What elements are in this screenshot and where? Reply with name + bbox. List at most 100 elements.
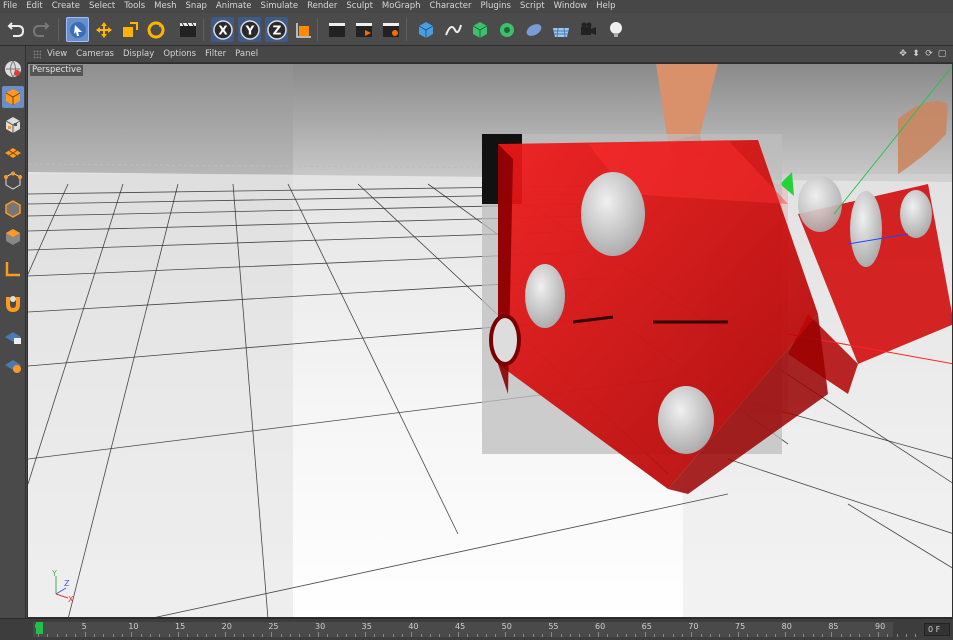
menu-simulate[interactable]: Simulate [261,0,304,13]
polygons-mode-icon [6,229,20,245]
y-axis-button[interactable]: Y [238,17,261,42]
timeline-tick-mark [691,632,693,637]
render-settings-button[interactable] [379,17,402,42]
cube-object-icon [418,21,433,38]
timeline-ruler[interactable]: 051015202530354045505560657075808590 [33,622,917,637]
undo-button[interactable] [4,17,27,42]
move-button[interactable] [92,17,115,42]
undo-icon [7,21,24,37]
timeline[interactable]: 051015202530354045505560657075808590 0 F [0,618,953,640]
polygons-mode-button[interactable] [2,226,24,248]
viewport-menu-display[interactable]: Display [123,49,154,59]
menu-snap[interactable]: Snap [186,0,212,13]
timeline-tick-mark [644,632,646,637]
z-axis-icon: Z [266,19,287,40]
y-axis-icon: Y [239,19,260,40]
points-mode-button[interactable] [2,170,24,192]
maximize-icon[interactable]: ▢ [937,49,947,59]
timeline-tick-mark [710,634,711,637]
timeline-tick-mark [570,634,571,637]
texture-mode-button[interactable] [2,114,24,136]
subdivision-icon [472,21,487,38]
viewport-menu-cameras[interactable]: Cameras [76,49,114,59]
timeline-tick-mark [299,634,301,637]
menu-animate[interactable]: Animate [216,0,257,13]
menu-character[interactable]: Character [430,0,477,13]
live-selection-button[interactable] [66,17,89,42]
scale-button[interactable] [118,17,141,42]
cloner-button[interactable] [495,17,518,42]
pan-icon[interactable]: ✥ [898,49,908,59]
menu-help[interactable]: Help [596,0,620,13]
viewport-menu-panel[interactable]: Panel [235,49,258,59]
menu-edit[interactable]: Edit [26,0,47,13]
perspective-viewport[interactable]: Y Z X Perspective [27,63,953,618]
menu-mesh[interactable]: Mesh [154,0,181,13]
timeline-tick-mark [411,632,413,637]
menu-script[interactable]: Script [520,0,550,13]
edges-mode-button[interactable] [2,198,24,220]
timeline-tick-mark [850,634,851,637]
axis-mode-button[interactable] [2,258,24,280]
render-picture-viewer-button[interactable] [352,17,375,42]
snap-magnet-button[interactable] [2,292,24,314]
menu-select[interactable]: Select [89,0,120,13]
timeline-tick-mark [579,634,581,637]
viewport-menu-view[interactable]: View [47,49,67,59]
floor-button[interactable] [549,17,572,42]
recent-tools-button[interactable] [176,17,199,42]
menu-plugins[interactable]: Plugins [481,0,516,13]
x-axis-button[interactable]: X [211,17,234,42]
timeline-tick-label: 35 [361,622,372,631]
scene-globe-button[interactable] [2,58,24,80]
viewport-menu-options[interactable]: Options [163,49,196,59]
menu-render[interactable]: Render [307,0,342,13]
timeline-tick-mark [560,634,562,637]
current-frame-field[interactable]: 0 F [924,623,950,636]
timeline-tick-mark [430,634,431,637]
menu-mograph[interactable]: MoGraph [382,0,426,13]
animation-mode-button[interactable] [2,354,24,376]
rotate-button[interactable] [144,17,167,42]
timeline-tick-mark [374,634,375,637]
menu-create[interactable]: Create [52,0,85,13]
render-view-button[interactable] [325,17,348,42]
timeline-tick-mark [859,634,861,637]
z-axis-button[interactable]: Z [265,17,288,42]
orbit-icon[interactable]: ⟳ [924,49,934,59]
grip-handle[interactable] [33,49,41,59]
timeline-tick-mark [504,632,506,637]
model-mode-button[interactable] [2,86,24,108]
timeline-tick-mark [495,634,497,637]
menu-file[interactable]: File [3,0,22,13]
playhead[interactable] [36,622,43,634]
timeline-tick-mark [224,632,226,637]
light-button[interactable] [604,17,627,42]
workplane-button[interactable] [2,142,24,164]
camera-button[interactable] [576,17,599,42]
menu-tools[interactable]: Tools [124,0,150,13]
spline-pen-button[interactable] [441,17,464,42]
menu-bar: File Edit Create Select Tools Mesh Snap Animate… [0,0,953,13]
timeline-tick-mark [906,634,907,637]
subdivision-button[interactable] [468,17,491,42]
deformer-button[interactable] [522,17,545,42]
render-picture-viewer-icon [355,22,372,37]
timeline-tick-mark [738,632,739,637]
model-mode-icon [5,89,21,105]
menu-sculpt[interactable]: Sculpt [346,0,378,13]
camera-icon [580,22,596,35]
toolbar-separator [317,18,318,41]
timeline-tick-mark [840,634,842,637]
points-mode-icon [4,171,22,190]
cube-object-button[interactable] [414,17,437,42]
timeline-tick-mark [616,634,618,637]
viewport-menu-filter[interactable]: Filter [205,49,226,59]
redo-button[interactable] [29,17,52,42]
timeline-tick-mark [420,634,422,637]
timeline-tick-mark [346,634,347,637]
dolly-icon[interactable]: ⬍ [911,49,921,59]
world-coordinate-button[interactable] [292,17,315,42]
menu-window[interactable]: Window [554,0,593,13]
locked-workplane-button[interactable] [2,326,24,348]
